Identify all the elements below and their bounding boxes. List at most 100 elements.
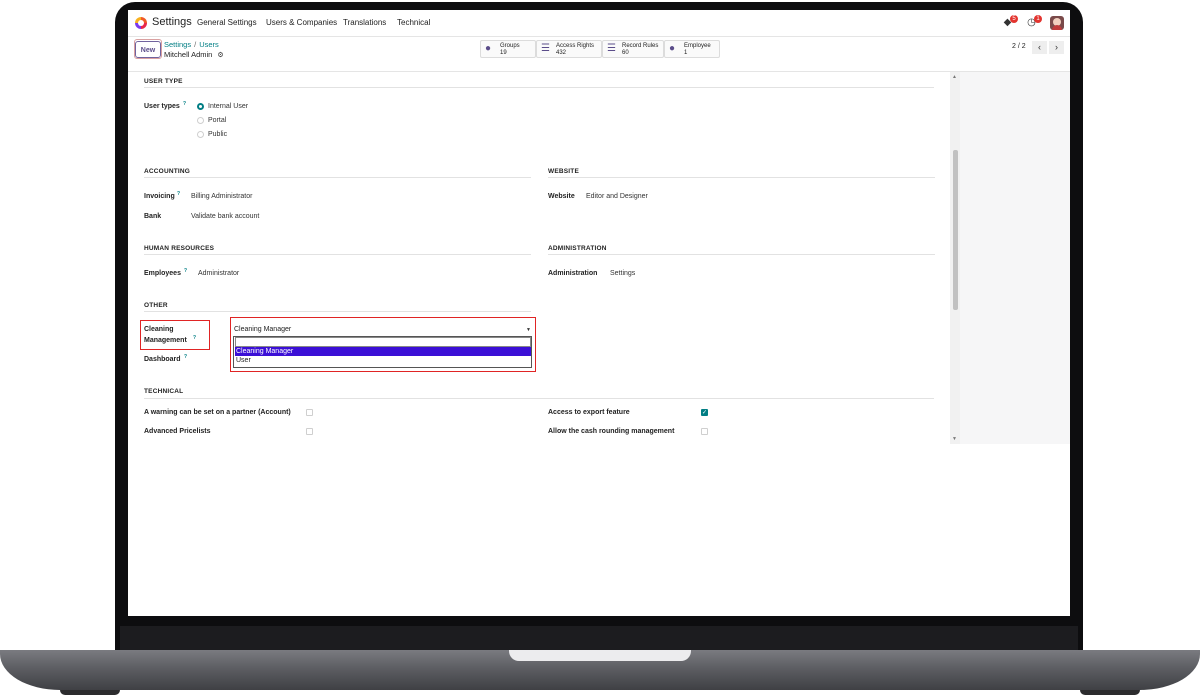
help-tooltip-icon[interactable]: ? xyxy=(184,354,187,360)
checkbox-partner-warning[interactable] xyxy=(306,409,313,416)
checkbox-export-feature[interactable]: ✓ xyxy=(701,409,708,416)
user-form: USER TYPE User types ? Internal User Por… xyxy=(128,72,943,444)
breadcrumb-settings[interactable]: Settings xyxy=(164,40,191,49)
section-technical: TECHNICAL xyxy=(144,388,184,395)
stat-count: 1 xyxy=(684,50,688,56)
laptop-chin xyxy=(120,626,1078,650)
top-navbar: Settings General Settings Users & Compan… xyxy=(128,10,1070,37)
control-panel: New Settings / Users Mitchell Admin ⚙ ● Gro… xyxy=(128,37,1070,72)
website-label: Website xyxy=(548,193,575,200)
separator-line xyxy=(144,87,934,88)
website-select[interactable]: Editor and Designer xyxy=(586,193,648,200)
invoicing-label: Invoicing xyxy=(144,193,175,200)
radio-label-portal[interactable]: Portal xyxy=(208,117,226,124)
laptop-foot-right xyxy=(1080,690,1140,695)
smart-button-groups[interactable]: ● Groups 19 xyxy=(480,40,536,58)
radio-label-public[interactable]: Public xyxy=(208,131,227,138)
checkbox-cash-rounding[interactable] xyxy=(701,428,708,435)
record-title: Mitchell Admin ⚙ xyxy=(164,50,224,59)
bank-label: Bank xyxy=(144,213,162,220)
user-avatar[interactable] xyxy=(1050,16,1064,30)
help-tooltip-icon[interactable]: ? xyxy=(184,268,187,274)
radio-internal-user[interactable] xyxy=(197,103,204,110)
stat-count: 432 xyxy=(556,50,567,56)
stat-label: Access Rights xyxy=(556,43,595,49)
chevron-down-icon[interactable]: ▼ xyxy=(526,327,531,333)
smart-button-employee[interactable]: ● Employee 1 xyxy=(664,40,720,58)
checkbox-advanced-pricelists[interactable] xyxy=(306,428,313,435)
help-tooltip-icon[interactable]: ? xyxy=(183,101,186,107)
cleaning-management-label-line2: Management xyxy=(144,337,187,344)
technical-item-label: A warning can be set on a partner (Accou… xyxy=(144,409,291,416)
separator-line xyxy=(144,177,531,178)
help-tooltip-icon[interactable]: ? xyxy=(177,191,180,197)
invoicing-select[interactable]: Billing Administrator xyxy=(191,193,252,200)
activity-badge: 1 xyxy=(1034,15,1042,23)
user-types-label: User types xyxy=(144,103,180,110)
new-button[interactable]: New xyxy=(135,41,161,58)
dropdown-option-user[interactable]: User xyxy=(235,356,531,365)
smart-button-record-rules[interactable]: ☰ Record Rules 60 xyxy=(602,40,664,58)
scroll-down-arrow-icon[interactable]: ▼ xyxy=(952,436,957,442)
scrollbar-thumb[interactable] xyxy=(953,150,958,310)
users-icon: ● xyxy=(485,43,492,54)
separator-line xyxy=(548,177,935,178)
dropdown-option-cleaning-manager[interactable]: Cleaning Manager xyxy=(235,347,531,356)
laptop-foot-left xyxy=(60,690,120,695)
odoo-logo-icon[interactable] xyxy=(135,17,147,29)
section-accounting: ACCOUNTING xyxy=(144,168,191,175)
stat-count: 19 xyxy=(500,50,507,56)
pager-previous-button[interactable]: ‹ xyxy=(1032,41,1047,54)
radio-label-internal-user[interactable]: Internal User xyxy=(208,103,248,110)
stat-label: Record Rules xyxy=(622,43,659,49)
cleaning-management-label-line1: Cleaning xyxy=(144,326,174,333)
technical-item-label: Allow the cash rounding management xyxy=(548,428,675,435)
pager-value: 2 / 2 xyxy=(1012,43,1026,50)
separator-line xyxy=(548,254,935,255)
breadcrumb-users[interactable]: Users xyxy=(199,40,219,49)
smart-button-access-rights[interactable]: ☰ Access Rights 432 xyxy=(536,40,602,58)
empty-area xyxy=(128,444,1070,616)
section-administration: ADMINISTRATION xyxy=(548,245,607,252)
stat-count: 60 xyxy=(622,50,629,56)
cleaning-management-select[interactable]: Cleaning Manager xyxy=(234,326,291,333)
radio-public[interactable] xyxy=(197,131,204,138)
section-other: OTHER xyxy=(144,302,168,309)
menu-users-companies[interactable]: Users & Companies xyxy=(266,18,337,27)
app-name[interactable]: Settings xyxy=(152,16,192,28)
section-website: WEBSITE xyxy=(548,168,580,175)
menu-technical[interactable]: Technical xyxy=(397,18,430,27)
users-icon: ● xyxy=(669,43,676,54)
dropdown-search-input[interactable] xyxy=(235,337,531,347)
help-tooltip-icon[interactable]: ? xyxy=(193,335,196,341)
screen: Settings General Settings Users & Compan… xyxy=(128,10,1070,616)
scroll-up-arrow-icon[interactable]: ▲ xyxy=(952,74,957,80)
separator-line xyxy=(144,398,934,399)
dashboard-label: Dashboard xyxy=(144,356,181,363)
technical-item-label: Access to export feature xyxy=(548,409,630,416)
separator-line xyxy=(144,311,531,312)
section-user-type: USER TYPE xyxy=(144,78,183,85)
breadcrumb-separator: / xyxy=(194,40,197,49)
laptop-notch xyxy=(509,650,691,661)
employees-select[interactable]: Administrator xyxy=(198,270,239,277)
employees-label: Employees xyxy=(144,270,181,277)
gear-icon[interactable]: ⚙ xyxy=(217,51,223,59)
pager-next-button[interactable]: › xyxy=(1049,41,1064,54)
list-icon: ☰ xyxy=(541,43,550,54)
menu-general-settings[interactable]: General Settings xyxy=(197,18,257,27)
administration-select[interactable]: Settings xyxy=(610,270,635,277)
section-human-resources: HUMAN RESOURCES xyxy=(144,245,215,252)
administration-label: Administration xyxy=(548,270,598,277)
highlight-box-label xyxy=(140,320,210,350)
bank-select[interactable]: Validate bank account xyxy=(191,213,259,220)
technical-item-label: Advanced Pricelists xyxy=(144,428,211,435)
radio-portal[interactable] xyxy=(197,117,204,124)
list-icon: ☰ xyxy=(607,43,616,54)
separator-line xyxy=(144,254,531,255)
stat-label: Employee xyxy=(684,43,711,49)
breadcrumb: Settings / Users xyxy=(164,40,219,49)
chatter-panel xyxy=(960,72,1070,444)
stat-label: Groups xyxy=(500,43,520,49)
menu-translations[interactable]: Translations xyxy=(343,18,386,27)
